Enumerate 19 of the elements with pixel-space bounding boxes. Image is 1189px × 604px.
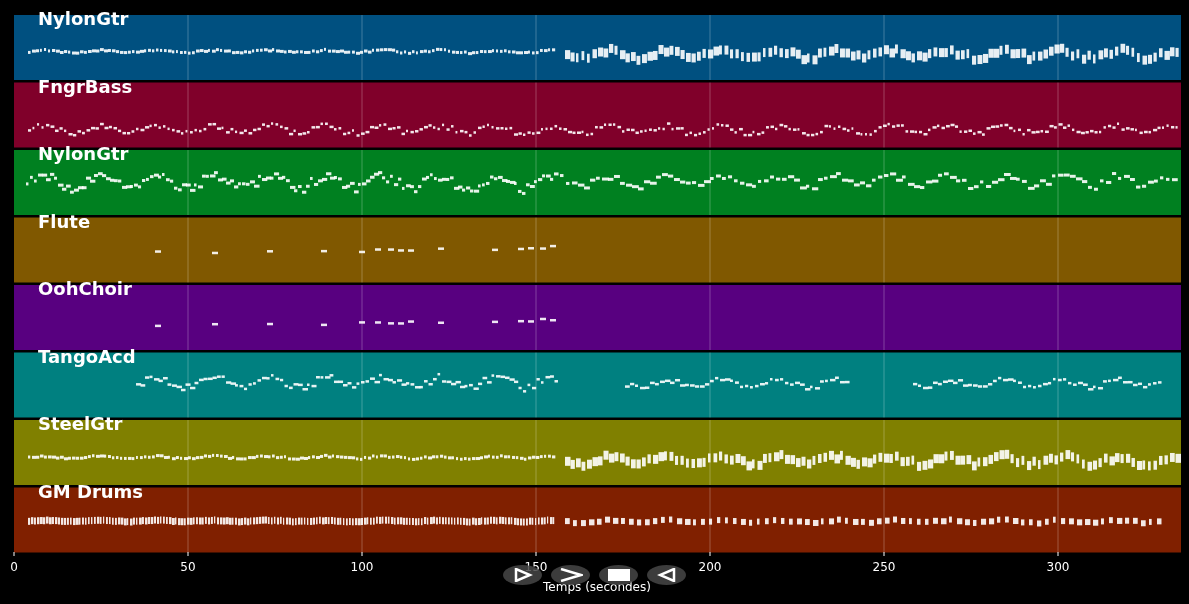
track-name: Flute bbox=[38, 210, 91, 232]
track-name: OohChoir bbox=[38, 278, 132, 299]
tick-label: 300 bbox=[1046, 560, 1070, 574]
tick-label: 150 bbox=[524, 560, 548, 574]
tick-label: 50 bbox=[180, 560, 196, 574]
axis-label: Temps (secondes) bbox=[543, 580, 651, 594]
tick-label: 100 bbox=[350, 560, 374, 574]
track-name: FngrBass bbox=[38, 75, 133, 97]
track-name: TangoAcd bbox=[38, 345, 136, 367]
track-name: NylonGtr bbox=[38, 8, 129, 29]
back-icon bbox=[656, 568, 677, 582]
track-name: NylonGtr bbox=[38, 143, 129, 164]
stop-icon bbox=[607, 569, 630, 581]
tick-label: 250 bbox=[872, 560, 896, 574]
track-name: GM Drums bbox=[38, 480, 144, 502]
chevron-icon bbox=[558, 568, 583, 582]
tick-label: 200 bbox=[698, 560, 722, 574]
track-name: SteelGtr bbox=[38, 413, 123, 434]
tick-label: 0 bbox=[10, 560, 18, 574]
